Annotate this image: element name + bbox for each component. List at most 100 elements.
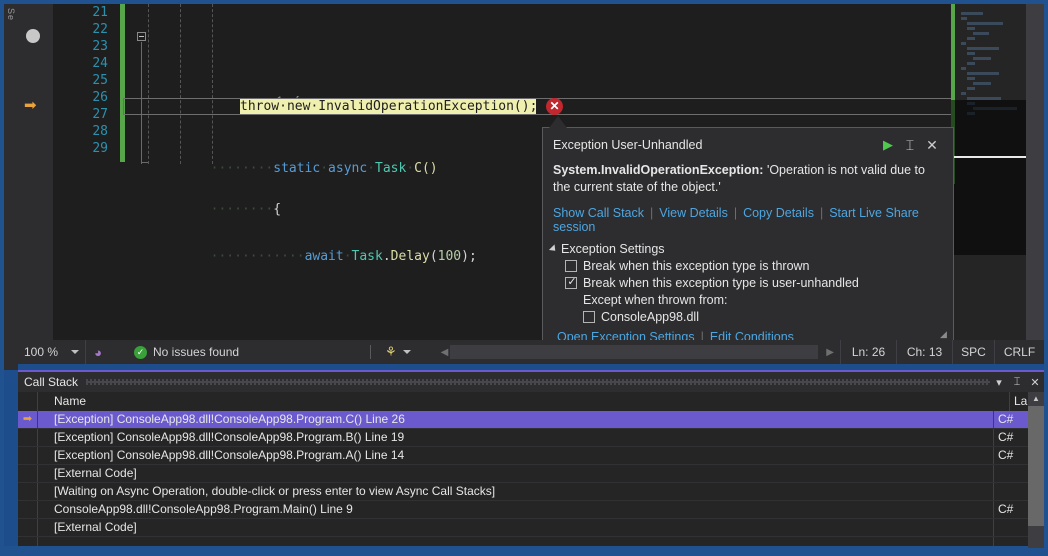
continue-play-icon[interactable]: ▶ bbox=[877, 136, 899, 154]
breakpoint-icon[interactable] bbox=[26, 29, 40, 43]
current-statement-arrow-icon: ➡ bbox=[24, 97, 37, 114]
kw-async: async bbox=[328, 161, 368, 176]
call-stack-frame-lang bbox=[994, 537, 1028, 546]
zoom-level-selector[interactable]: 100 % bbox=[18, 340, 86, 364]
checkbox-break-user-unhandled[interactable] bbox=[565, 275, 578, 289]
frame-marker bbox=[18, 429, 38, 446]
panel-close-icon[interactable]: ✕ bbox=[1026, 376, 1044, 389]
type-task: Task bbox=[375, 161, 407, 176]
checkbox-module[interactable] bbox=[583, 311, 595, 323]
frame-marker bbox=[18, 501, 38, 518]
exception-settings-links: Open Exception Settings | Edit Conditions bbox=[551, 324, 943, 340]
close-icon[interactable]: ✕ bbox=[921, 136, 943, 154]
call-stack-frame-lang bbox=[994, 465, 1028, 482]
pin-icon[interactable]: ⌶ bbox=[899, 136, 921, 154]
issues-status[interactable]: ✓ No issues found bbox=[134, 345, 356, 359]
frame-marker bbox=[18, 465, 38, 482]
hscroll-left-arrow-icon[interactable]: ◀ bbox=[441, 347, 449, 358]
exception-settings-label: Exception Settings bbox=[561, 242, 665, 256]
table-row[interactable]: [External Code] bbox=[18, 519, 1028, 537]
code-lens-reference[interactable]: 1 reference bbox=[148, 81, 1044, 107]
except-when-thrown-from-label: Except when thrown from: bbox=[583, 293, 728, 307]
chevron-down-icon[interactable] bbox=[402, 350, 411, 354]
outline-guide-line bbox=[141, 132, 142, 164]
hscroll-right-arrow-icon[interactable]: ▶ bbox=[820, 347, 840, 358]
copilot-icon[interactable]: ◕ bbox=[86, 345, 110, 360]
frame-marker bbox=[18, 519, 38, 536]
chevron-down-icon[interactable] bbox=[548, 244, 559, 254]
show-call-stack-link[interactable]: Show Call Stack bbox=[553, 206, 644, 220]
checkbox-row-break-user-unhandled[interactable]: Break when this exception type is user-u… bbox=[565, 275, 943, 290]
table-row[interactable]: ➡ [Exception] ConsoleApp98.dll!ConsoleAp… bbox=[18, 411, 1028, 429]
panel-pin-icon[interactable]: ⌶ bbox=[1008, 376, 1026, 389]
left-tool-dock[interactable]: Se bbox=[4, 4, 18, 370]
zoom-level-value: 100 % bbox=[24, 345, 59, 359]
editor-glyph-margin[interactable]: ➡ bbox=[18, 4, 53, 340]
frame-marker bbox=[18, 447, 38, 464]
caret-column-indicator: Ch: 13 bbox=[896, 340, 952, 364]
call-stack-frame-lang: C# bbox=[998, 430, 1014, 444]
exception-settings-expander[interactable]: Exception Settings bbox=[548, 242, 943, 256]
resize-grip-icon[interactable]: ◢ bbox=[940, 329, 950, 339]
call-stack-vertical-scrollbar[interactable]: ▲ bbox=[1028, 392, 1044, 548]
call-stack-panel[interactable]: Call Stack ▾ ⌶ ✕ Name Lang ➡ [Exception]… bbox=[18, 370, 1044, 548]
exception-type-name: System.InvalidOperationException: bbox=[553, 163, 764, 177]
minimap-viewport[interactable] bbox=[951, 100, 1026, 255]
chevron-down-icon[interactable] bbox=[71, 350, 79, 354]
collapse-outline-icon[interactable] bbox=[137, 32, 146, 41]
line-number: 26 bbox=[92, 90, 108, 105]
line-number: 29 bbox=[92, 141, 108, 156]
copy-details-link[interactable]: Copy Details bbox=[743, 206, 814, 220]
exception-popup-header: Exception User-Unhandled ▶ ⌶ ✕ bbox=[543, 128, 953, 158]
call-stack-frame-name: [External Code] bbox=[38, 465, 994, 482]
editor-vertical-scrollbar[interactable] bbox=[1026, 4, 1044, 340]
scrollbar-thumb[interactable] bbox=[1028, 406, 1044, 526]
editor-status-bar: 100 % ◕ ✓ No issues found ⚘ ◀ ▶ Ln: 26 C… bbox=[18, 340, 1044, 364]
checkbox-row-break-thrown[interactable]: Break when this exception type is thrown bbox=[565, 259, 943, 273]
checkbox-break-thrown[interactable] bbox=[565, 260, 577, 272]
call-stack-title: Call Stack bbox=[24, 375, 79, 389]
number-literal: 100 bbox=[437, 249, 462, 264]
column-header-name[interactable]: Name bbox=[38, 392, 1010, 411]
line-ending-indicator[interactable]: CRLF bbox=[994, 340, 1044, 364]
line-number: 27 bbox=[92, 107, 108, 122]
edit-conditions-link[interactable]: Edit Conditions bbox=[710, 330, 794, 340]
call-stack-frame-name: [Exception] ConsoleApp98.dll!ConsoleApp9… bbox=[38, 411, 994, 428]
table-row[interactable]: [Waiting on Async Operation, double-clic… bbox=[18, 483, 1028, 501]
open-exception-settings-link[interactable]: Open Exception Settings bbox=[557, 330, 695, 340]
exception-line-highlight[interactable]: throw·new·InvalidOperationException(); bbox=[240, 99, 537, 114]
line-number-gutter: 21 22 23 24 25 26 27 28 29 bbox=[56, 4, 114, 157]
table-row[interactable]: [Exception] ConsoleApp98.dll!ConsoleApp9… bbox=[18, 429, 1028, 447]
outline-guide-corner bbox=[141, 162, 148, 163]
caret-line-indicator: Ln: 26 bbox=[840, 340, 896, 364]
method-c: C() bbox=[414, 161, 438, 176]
scroll-up-arrow-icon[interactable]: ▲ bbox=[1028, 392, 1044, 406]
panel-dropdown-icon[interactable]: ▾ bbox=[990, 376, 1008, 389]
table-row[interactable]: [Exception] ConsoleApp98.dll!ConsoleApp9… bbox=[18, 447, 1028, 465]
table-row[interactable]: [External Code] bbox=[18, 465, 1028, 483]
call-stack-frame-lang: C# bbox=[998, 448, 1014, 462]
exception-helper-popup[interactable]: Exception User-Unhandled ▶ ⌶ ✕ System.In… bbox=[542, 127, 954, 340]
code-cleanup-icon[interactable]: ⚘ bbox=[385, 344, 397, 360]
frame-marker bbox=[18, 537, 38, 546]
view-details-link[interactable]: View Details bbox=[659, 206, 728, 220]
left-dock-label: Se bbox=[6, 8, 16, 22]
code-minimap[interactable] bbox=[951, 4, 1026, 340]
checkbox-break-user-unhandled-label: Break when this exception type is user-u… bbox=[583, 276, 859, 290]
line-number: 28 bbox=[92, 124, 108, 139]
exception-error-icon[interactable]: ✕ bbox=[546, 98, 563, 115]
editor-horizontal-scrollbar[interactable] bbox=[450, 345, 819, 359]
column-header-gutter bbox=[18, 392, 38, 411]
drag-handle-dots[interactable] bbox=[86, 379, 990, 385]
line-number: 25 bbox=[92, 73, 108, 88]
kw-static: static bbox=[273, 161, 321, 176]
current-frame-arrow-icon: ➡ bbox=[18, 411, 38, 428]
exception-action-links: Show Call Stack | View Details | Copy Detail… bbox=[553, 206, 919, 234]
window-frame-bottom bbox=[0, 546, 1048, 556]
indentation-mode-indicator[interactable]: SPC bbox=[952, 340, 994, 364]
table-row[interactable]: ConsoleApp98.dll!ConsoleApp98.Program.Ma… bbox=[18, 501, 1028, 519]
window-frame-right bbox=[1044, 0, 1048, 556]
code-editor[interactable]: ➡ 21 22 23 24 25 26 27 28 29 1 reference bbox=[18, 4, 1044, 340]
checkbox-row-module[interactable]: ConsoleApp98.dll bbox=[583, 310, 943, 324]
